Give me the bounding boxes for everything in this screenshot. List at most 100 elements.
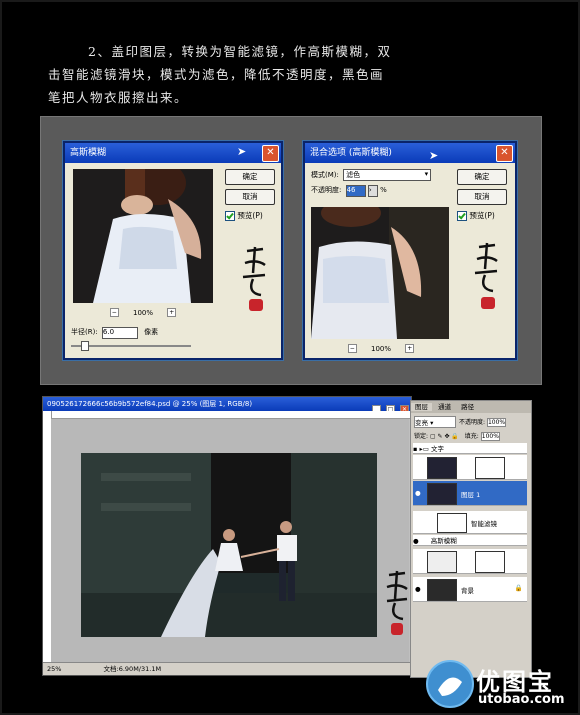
filter-mask-thumbnail (437, 513, 467, 533)
chevron-down-icon: ▾ (430, 419, 434, 427)
arrow-right-icon[interactable]: › (367, 185, 378, 197)
dialogs-panel: 高斯模糊 ✕ 确定 取消 预览(P) − 100% + 半径(R): 6.0 像… (40, 116, 542, 385)
zoom-in-icon[interactable]: + (167, 308, 177, 317)
status-doc-size: 文档:6.90M/31.1M (103, 665, 162, 673)
calligraphy-seal (474, 242, 498, 309)
opacity-input[interactable]: 46 (345, 185, 366, 197)
layer-thumbnail (427, 551, 457, 573)
zoom-in-icon[interactable]: + (405, 344, 415, 353)
status-bar: 25% 文档:6.90M/31.1M (43, 662, 411, 675)
layer-thumbnail (427, 579, 457, 601)
tab-layers[interactable]: 图层 (411, 403, 432, 411)
mode-row: 模式(M): 滤色 ▾ (311, 169, 432, 181)
opacity-label: 不透明度: (311, 186, 342, 194)
gaussian-preview-checkbox[interactable]: 预览(P) (225, 211, 263, 221)
layers-panel: 图层 通道 路径 变亮 ▾ 不透明度: 100% 锁定: ▢ ✎ ✥ 🔒 填充:… (410, 400, 532, 678)
photoshop-document-window: 090526172666c56b9b572ef84.psd @ 25% (图层 … (42, 396, 412, 676)
checkbox-icon (457, 211, 467, 221)
layers-tab-row: 图层 通道 路径 (411, 401, 531, 413)
preview-photo (93, 169, 202, 303)
checkbox-icon (225, 211, 235, 221)
radius-unit: 像素 (144, 328, 159, 336)
blend-cancel-button[interactable]: 取消 (457, 189, 507, 205)
layer-row-layer1[interactable]: ● 图层 1 (413, 481, 527, 506)
close-icon[interactable]: ✕ (496, 145, 513, 162)
blend-zoom-value: 100% (370, 344, 391, 353)
gaussian-title: 高斯模糊 (70, 148, 107, 158)
close-icon[interactable]: ✕ (262, 145, 279, 162)
cursor-icon: ➤ (429, 149, 439, 162)
blend-zoom-bar: − 100% + (341, 344, 421, 353)
watermark-logo-icon (426, 660, 474, 708)
watermark: 优图宝 utobao.com (424, 656, 578, 712)
gaussian-blur-dialog: 高斯模糊 ✕ 确定 取消 预览(P) − 100% + 半径(R): 6.0 像… (63, 141, 283, 360)
mask-thumbnail (475, 457, 505, 479)
eye-icon[interactable]: ▪ (413, 445, 417, 453)
intro-line-1: 2、盖印图层，转换为智能滤镜，作高斯模糊，双 (88, 44, 392, 59)
blend-mode-value: 变亮 (415, 419, 428, 427)
radius-row: 半径(R): 6.0 像素 (71, 327, 158, 339)
layers-opacity-label: 不透明度: (459, 419, 486, 426)
radius-slider[interactable] (71, 341, 191, 351)
calligraphy-seal (386, 570, 408, 635)
opacity-row: 不透明度: 100% (459, 417, 507, 427)
wedding-photo (81, 453, 377, 637)
intro-text: 2、盖印图层，转换为智能滤镜，作高斯模糊，双 击智能滤镜滑块，模式为滤色，降低不… (48, 40, 558, 109)
layer-group-text[interactable]: ▪ ▸▭ 文字 (413, 443, 527, 454)
blend-preview-label: 预览(P) (469, 211, 495, 220)
layer1-name: 图层 1 (461, 491, 481, 499)
smart-filters-row[interactable]: 智能滤镜 (413, 511, 527, 534)
mode-label: 模式(M): (311, 171, 339, 179)
opacity-percent: % (380, 186, 387, 194)
lock-icon[interactable]: ▢ ✎ ✥ 🔒 (430, 433, 459, 440)
slider-handle-icon[interactable] (81, 341, 89, 351)
intro-line-3: 笔把人物衣服擦出来。 (48, 90, 189, 105)
logo-mark (438, 677, 462, 696)
lock-label: 锁定: (414, 433, 429, 440)
watermark-url: utobao.com (478, 692, 565, 707)
smart-filters-label: 智能滤镜 (471, 520, 497, 528)
gaussian-filter-row[interactable]: ● 高斯模糊 (413, 535, 527, 546)
intro-line-2: 击智能滤镜滑块，模式为滤色，降低不透明度，黑色画 (48, 67, 385, 82)
layer-row[interactable] (413, 455, 527, 480)
zoom-out-icon[interactable]: − (109, 308, 119, 317)
gaussian-cancel-button[interactable]: 取消 (225, 189, 275, 205)
preview-photo (311, 207, 449, 339)
radius-input[interactable]: 6.0 (101, 327, 138, 339)
tab-paths[interactable]: 路径 (457, 403, 478, 411)
blend-title-bar: 混合选项 (高斯模糊) (305, 143, 515, 163)
fill-label: 填充: (464, 433, 479, 440)
layer-row-background[interactable]: ● 背景 🔒 (413, 577, 527, 602)
gaussian-preview-image (73, 169, 213, 303)
blend-mode-select[interactable]: 变亮 ▾ (414, 416, 456, 428)
gaussian-filter-label: 高斯模糊 (430, 537, 457, 545)
group-name: 文字 (430, 445, 444, 453)
document-title: 090526172666c56b9b572ef84.psd @ 25% (图层 … (47, 400, 253, 408)
tab-channels[interactable]: 通道 (434, 403, 455, 411)
zoom-out-icon[interactable]: − (347, 344, 357, 353)
blend-ok-button[interactable]: 确定 (457, 169, 507, 185)
eye-icon[interactable]: ● (413, 537, 419, 545)
layers-opacity-value[interactable]: 100% (486, 418, 507, 427)
document-title-bar: 090526172666c56b9b572ef84.psd @ 25% (图层 … (43, 397, 411, 411)
gaussian-ok-button[interactable]: 确定 (225, 169, 275, 185)
blending-options-dialog: 混合选项 (高斯模糊) ✕ 模式(M): 滤色 ▾ 不透明度: 46 › % 确… (303, 141, 517, 360)
blend-preview-checkbox[interactable]: 预览(P) (457, 211, 495, 221)
mode-select[interactable]: 滤色 ▾ (343, 169, 432, 181)
eye-icon[interactable]: ● (415, 585, 421, 593)
canvas-area (51, 419, 409, 663)
layer-row[interactable] (413, 549, 527, 574)
folder-icon: ▸▭ (419, 445, 429, 453)
opacity-row: 不透明度: 46 › % (311, 185, 387, 197)
blend-title: 混合选项 (高斯模糊) (310, 148, 392, 158)
layer-thumbnail (427, 457, 457, 479)
status-zoom: 25% (47, 665, 62, 673)
layer-thumbnail (427, 483, 457, 505)
background-name: 背景 (461, 587, 474, 595)
eye-icon[interactable]: ● (415, 489, 421, 497)
gaussian-preview-label: 预览(P) (237, 211, 263, 220)
cursor-icon: ➤ (237, 145, 247, 158)
gaussian-zoom-value: 100% (132, 308, 153, 317)
fill-value[interactable]: 100% (480, 432, 500, 441)
calligraphy-seal (242, 246, 266, 311)
